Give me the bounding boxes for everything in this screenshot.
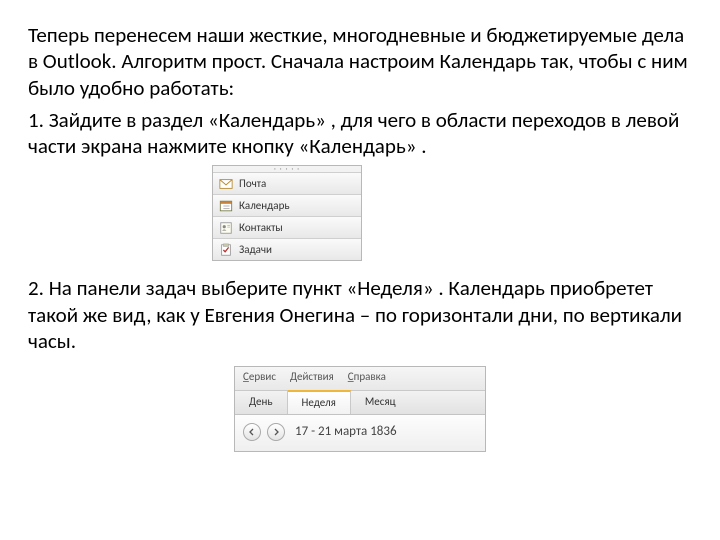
next-week-button[interactable] [267,423,285,441]
step-1-text: 1. Зайдите в раздел «Календарь» , для че… [28,107,692,160]
menu-actions[interactable]: Действия [290,370,334,384]
prev-week-button[interactable] [243,423,261,441]
menu-help[interactable]: Справка [348,370,386,384]
contacts-icon [219,221,233,235]
tab-month[interactable]: Месяц [351,391,410,414]
mail-icon [219,177,233,191]
calendar-icon [219,199,233,213]
nav-item-label: Задачи [239,243,272,257]
nav-item-label: Контакты [239,221,283,235]
nav-item-label: Почта [239,177,266,191]
nav-item-label: Календарь [239,199,290,213]
nav-item-contacts[interactable]: Контакты [213,216,361,238]
outlook-navigation-pane: · · · · · Почта Календарь Контакты Задач… [212,165,362,261]
tasks-icon [219,243,233,257]
nav-item-calendar[interactable]: Календарь [213,194,361,216]
date-navigation-row: 17 - 21 марта 1836 [235,415,485,451]
menu-bar: Сервис Действия Справка [235,367,485,391]
nav-item-tasks[interactable]: Задачи [213,238,361,260]
intro-paragraph: Теперь перенесем наши жесткие, многоднев… [28,22,692,101]
step-2-text: 2. На панели задач выберите пункт «Недел… [28,275,692,354]
nav-item-mail[interactable]: Почта [213,172,361,194]
menu-service[interactable]: Сервис [243,370,276,384]
tab-week[interactable]: Неделя [288,390,351,414]
outlook-toolbar-pane: Сервис Действия Справка День Неделя Меся… [234,366,486,452]
tab-day[interactable]: День [235,391,288,414]
date-range-label: 17 - 21 марта 1836 [295,424,397,440]
view-tabs: День Неделя Месяц [235,391,485,415]
